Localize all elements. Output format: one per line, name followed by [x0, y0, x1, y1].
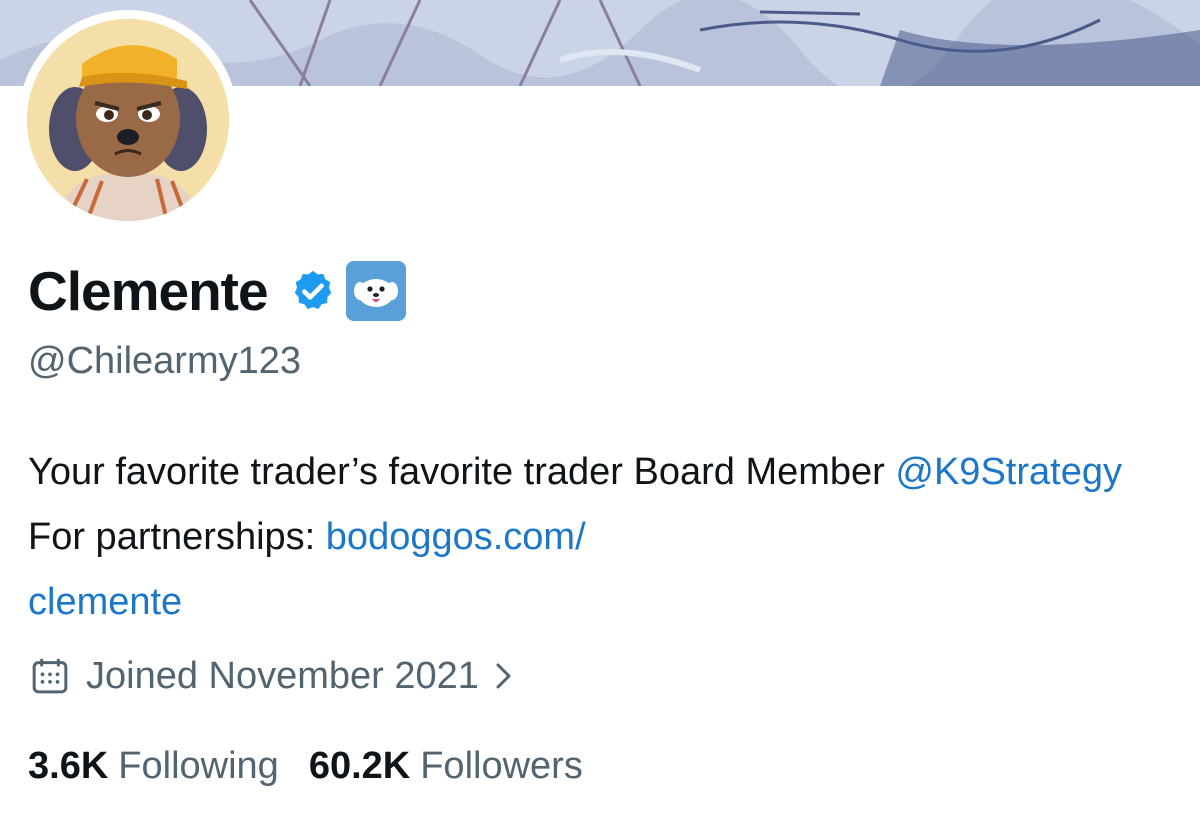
dog-affiliate-badge-icon[interactable] [345, 261, 406, 321]
chevron-right-icon [493, 659, 515, 693]
following-label: Following [118, 744, 279, 787]
verified-badge-icon[interactable] [290, 268, 336, 314]
profile-handle: @Chilearmy123 [28, 340, 302, 382]
bio-website-link-continued[interactable]: clemente [28, 581, 182, 623]
display-name: Clemente [28, 260, 269, 322]
followers-label: Followers [420, 744, 583, 787]
bio-website-link[interactable]: bodoggos.com/ [326, 516, 586, 558]
following-stat[interactable]: 3.6K Following [28, 745, 279, 788]
name-row: Clemente [28, 256, 406, 326]
calendar-icon [30, 656, 70, 696]
profile-bio: Your favorite trader’s favorite trader B… [28, 440, 1178, 635]
bio-text: Your favorite trader’s favorite trader B… [28, 451, 896, 493]
joined-text: Joined November 2021 [86, 654, 479, 697]
joined-date[interactable]: Joined November 2021 [30, 648, 515, 704]
bio-text-partnerships: For partnerships: [28, 516, 326, 558]
avatar[interactable] [18, 10, 238, 230]
avatar-image [27, 19, 229, 221]
profile-stats: 3.6K Following 60.2K Followers [28, 738, 613, 794]
followers-count: 60.2K [308, 744, 411, 787]
following-count: 3.6K [28, 744, 109, 787]
followers-stat[interactable]: 60.2K Followers [309, 745, 583, 788]
bio-mention-link[interactable]: @K9Strategy [895, 451, 1122, 493]
